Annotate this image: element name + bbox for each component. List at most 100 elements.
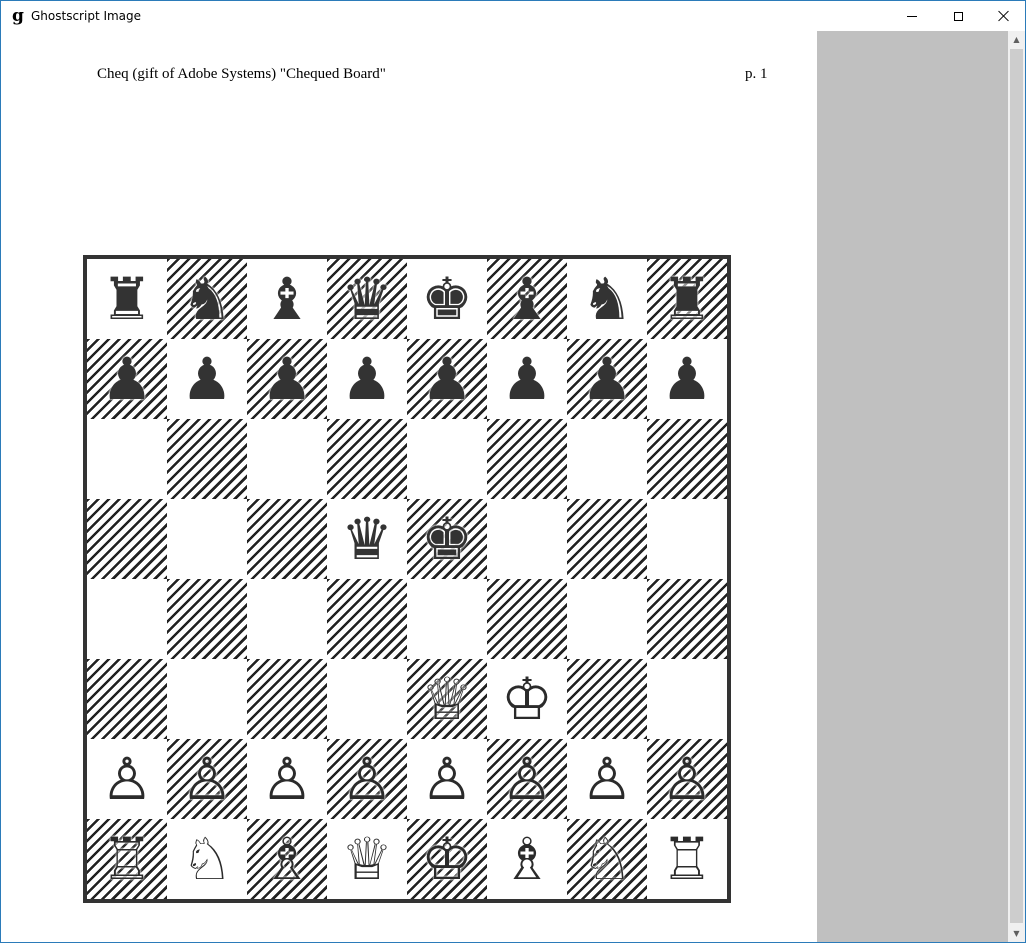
black-king-icon: ♚ [417,267,477,331]
black-king-glyph: ♚ [421,265,473,333]
white-queen-icon: ♕ [417,667,477,731]
square-c2: ♙ [247,739,327,819]
black-bishop-glyph: ♝ [261,265,313,333]
black-pawn-icon: ♟ [577,347,637,411]
white-pawn-icon: ♙ [497,747,557,811]
black-rook-glyph: ♜ [101,265,153,333]
square-c4 [247,579,327,659]
square-a1: ♖ [87,819,167,899]
square-e6 [407,419,487,499]
black-rook-icon: ♜ [657,267,717,331]
vertical-scrollbar[interactable]: ▲ ▼ [1008,31,1025,942]
maximize-icon [953,11,963,21]
square-e5: ♚ [407,499,487,579]
black-pawn-glyph: ♟ [421,345,473,413]
black-pawn-glyph: ♟ [581,345,633,413]
black-bishop-glyph: ♝ [501,265,553,333]
square-c7: ♟ [247,339,327,419]
square-h5 [647,499,727,579]
white-queen-icon: ♕ [337,827,397,891]
square-b6 [167,419,247,499]
square-d7: ♟ [327,339,407,419]
ghostscript-window: g Ghostscript Image Cheq (gift of Adobe … [0,0,1026,943]
white-pawn-glyph: ♙ [101,745,153,813]
square-h1: ♖ [647,819,727,899]
square-c8: ♝ [247,259,327,339]
square-a8: ♜ [87,259,167,339]
square-b2: ♙ [167,739,247,819]
white-pawn-glyph: ♙ [261,745,313,813]
square-a4 [87,579,167,659]
white-pawn-icon: ♙ [337,747,397,811]
white-pawn-glyph: ♙ [341,745,393,813]
square-d8: ♛ [327,259,407,339]
page-number: p. 1 [745,66,768,82]
white-pawn-icon: ♙ [577,747,637,811]
white-bishop-icon: ♗ [257,827,317,891]
board-grid: ♜ ♞ ♝ ♛ ♚ ♝ ♞ ♜ ♟ ♟ ♟ ♟ ♟ ♟ ♟ ♟ ♛ ♚ ♕ ♔ ♙ ♙ ♙ ♙ ♙ ♙ ♙ ♙ ♖ ♘ ♗ ♕ ♔ ♗ ♘ ♖ [87,259,727,899]
ghostscript-app-icon[interactable]: g [10,7,26,25]
black-pawn-glyph: ♟ [501,345,553,413]
white-rook-glyph: ♖ [661,825,713,893]
square-d6 [327,419,407,499]
square-b4 [167,579,247,659]
square-g2: ♙ [567,739,647,819]
black-pawn-icon: ♟ [257,347,317,411]
white-pawn-glyph: ♙ [421,745,473,813]
square-d2: ♙ [327,739,407,819]
black-bishop-icon: ♝ [257,267,317,331]
square-g1: ♘ [567,819,647,899]
black-pawn-glyph: ♟ [661,345,713,413]
black-king-glyph: ♚ [421,505,473,573]
square-a2: ♙ [87,739,167,819]
square-f8: ♝ [487,259,567,339]
white-bishop-glyph: ♗ [261,825,313,893]
square-f3: ♔ [487,659,567,739]
white-pawn-icon: ♙ [417,747,477,811]
square-g7: ♟ [567,339,647,419]
white-knight-icon: ♘ [177,827,237,891]
square-d4 [327,579,407,659]
square-f4 [487,579,567,659]
black-king-icon: ♚ [417,507,477,571]
black-pawn-glyph: ♟ [261,345,313,413]
square-h4 [647,579,727,659]
close-icon [998,10,1010,22]
square-f1: ♗ [487,819,567,899]
square-g6 [567,419,647,499]
chess-board: ♜ ♞ ♝ ♛ ♚ ♝ ♞ ♜ ♟ ♟ ♟ ♟ ♟ ♟ ♟ ♟ ♛ ♚ ♕ ♔ ♙ ♙ ♙ ♙ ♙ ♙ ♙ ♙ ♖ ♘ ♗ ♕ ♔ ♗ ♘ ♖ [83,255,731,903]
square-b7: ♟ [167,339,247,419]
white-pawn-glyph: ♙ [181,745,233,813]
black-bishop-icon: ♝ [497,267,557,331]
scroll-down-arrow-icon[interactable]: ▼ [1008,925,1025,942]
black-pawn-glyph: ♟ [341,345,393,413]
page-background-area [817,31,1008,942]
minimize-icon [907,15,917,17]
square-g3 [567,659,647,739]
close-button[interactable] [981,1,1025,31]
scroll-up-arrow-icon[interactable]: ▲ [1008,31,1025,48]
black-queen-icon: ♛ [337,507,397,571]
white-pawn-icon: ♙ [657,747,717,811]
minimize-button[interactable] [889,1,935,31]
white-queen-glyph: ♕ [421,665,473,733]
title-bar[interactable]: g Ghostscript Image [1,1,1025,31]
square-b1: ♘ [167,819,247,899]
square-b5 [167,499,247,579]
square-a5 [87,499,167,579]
square-g8: ♞ [567,259,647,339]
black-pawn-icon: ♟ [337,347,397,411]
black-queen-glyph: ♛ [341,505,393,573]
scrollbar-thumb[interactable] [1010,49,1023,923]
square-f6 [487,419,567,499]
window-title: Ghostscript Image [31,9,142,23]
square-f2: ♙ [487,739,567,819]
white-pawn-glyph: ♙ [581,745,633,813]
maximize-button[interactable] [935,1,981,31]
white-bishop-icon: ♗ [497,827,557,891]
square-c1: ♗ [247,819,327,899]
square-e1: ♔ [407,819,487,899]
square-h3 [647,659,727,739]
black-queen-glyph: ♛ [341,265,393,333]
black-pawn-icon: ♟ [97,347,157,411]
